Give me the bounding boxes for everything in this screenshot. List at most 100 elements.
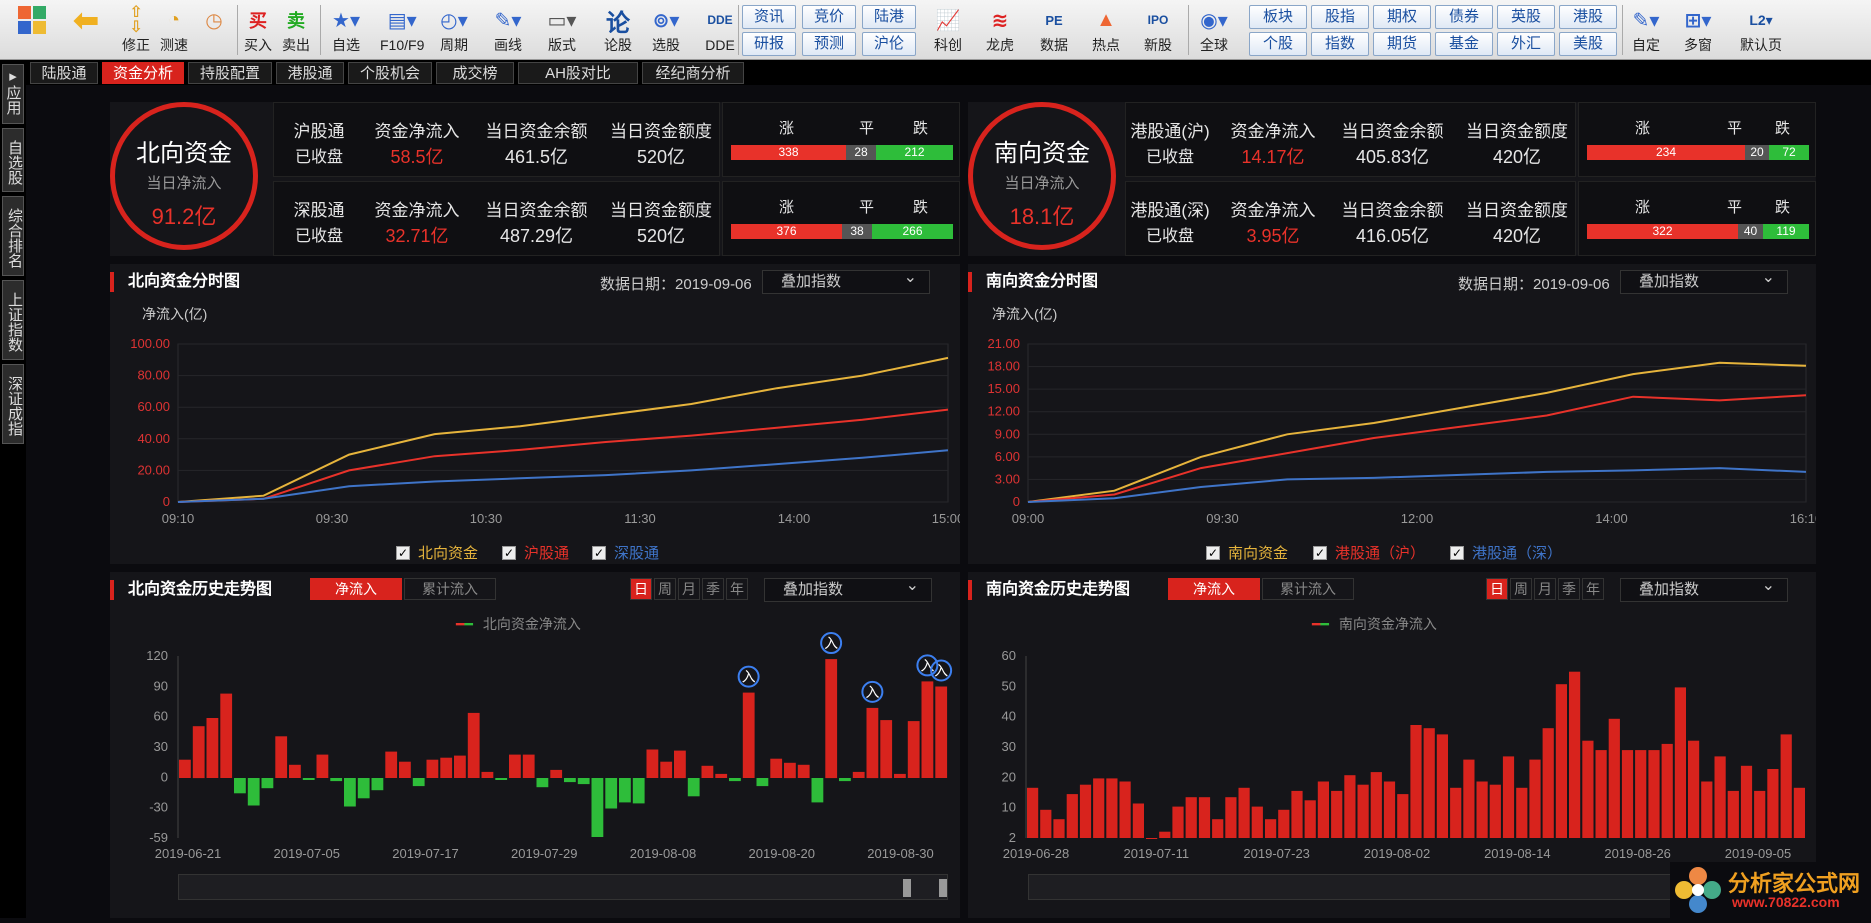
legend-sz[interactable]: ✓ 深股通 (592, 542, 659, 563)
seg-cumulative[interactable]: 累计流入 (404, 578, 496, 600)
bar (1397, 794, 1409, 838)
market-futures[interactable]: 期货 (1373, 32, 1431, 56)
y-tick-label: -30 (149, 800, 168, 815)
quick-research[interactable]: 研报 (742, 32, 796, 56)
x-tick-label: 2019-06-28 (1003, 846, 1070, 861)
discuss-button[interactable]: 论 论股 (600, 3, 636, 59)
legend-north[interactable]: ✓ 北向资金 (396, 542, 478, 563)
bar (536, 778, 549, 788)
period-month[interactable]: 月 (678, 578, 700, 600)
quick-hulun[interactable]: 沪伦 (862, 32, 916, 56)
ipo-button[interactable]: IPO 新股 (1140, 3, 1176, 59)
default-page-button[interactable]: L2 ▾ 默认页 (1740, 3, 1782, 59)
checkbox-icon: ✓ (502, 545, 516, 560)
market-funds[interactable]: 基金 (1435, 32, 1493, 56)
quick-forecast[interactable]: 预测 (802, 32, 856, 56)
tab-lugutong[interactable]: 陆股通 (30, 62, 98, 84)
bar (289, 764, 301, 778)
quick-lugang[interactable]: 陆港 (862, 5, 916, 29)
tab-fund-analysis[interactable]: 资金分析 (102, 62, 184, 84)
period-day[interactable]: 日 (1486, 578, 1508, 600)
bar (1714, 756, 1726, 838)
legend-hk-sh[interactable]: ✓ 港股通（沪） (1313, 542, 1425, 563)
clock-speed-button[interactable]: ◷ (196, 3, 232, 59)
seg-net-inflow[interactable]: 净流入 (1168, 578, 1260, 600)
sell-button[interactable]: 卖 卖出 (278, 3, 314, 59)
range-handle[interactable] (939, 879, 947, 897)
x-tick-label: 14:00 (1595, 511, 1628, 524)
dde-button[interactable]: DDE DDE (702, 3, 738, 59)
seg-cumulative[interactable]: 累计流入 (1262, 578, 1354, 600)
range-slider[interactable] (178, 874, 948, 900)
market-options[interactable]: 期权 (1373, 5, 1431, 29)
sidebar-sz-index[interactable]: 深证成指 (2, 364, 24, 444)
hot-button[interactable]: ▲ 热点 (1088, 3, 1124, 59)
y-tick-label: 12.00 (987, 404, 1020, 419)
quick-news[interactable]: 资讯 (742, 5, 796, 29)
overlay-index-dropdown[interactable]: 叠加指数 (762, 267, 930, 294)
tab-stock-opportunity[interactable]: 个股机会 (348, 62, 432, 84)
bar (1423, 728, 1435, 838)
quick-bidding[interactable]: 竞价 (802, 5, 856, 29)
range-handle[interactable] (903, 879, 911, 897)
x-tick-label: 09:00 (1012, 511, 1045, 524)
series-line-北向资金 (177, 356, 949, 503)
data-button[interactable]: PE 数据 (1036, 3, 1072, 59)
seg-net-inflow[interactable]: 净流入 (310, 578, 402, 600)
watchlist-button[interactable]: ★▾ 自选 (328, 3, 364, 59)
period-month[interactable]: 月 (1534, 578, 1556, 600)
legend-hk-sz[interactable]: ✓ 港股通（深） (1450, 542, 1562, 563)
draw-line-button[interactable]: ✎▾ 画线 (490, 3, 526, 59)
overlay-index-dropdown[interactable]: 叠加指数 (764, 575, 932, 602)
sidebar-sh-index[interactable]: 上证指数 (2, 280, 24, 360)
tab-turnover-rank[interactable]: 成交榜 (436, 62, 514, 84)
select-stock-button[interactable]: ⊚▾ 选股 (648, 3, 684, 59)
market-us-stocks[interactable]: 美股 (1559, 32, 1617, 56)
period-button[interactable]: ◴▾ 周期 (436, 3, 472, 59)
app-grid-icon (14, 3, 50, 37)
global-button[interactable]: ◉▾ 全球 (1196, 3, 1232, 59)
market-hk-stocks[interactable]: 港股 (1559, 5, 1617, 29)
bar (1119, 781, 1131, 838)
buy-marker-label: 入 (742, 669, 756, 685)
period-day[interactable]: 日 (630, 578, 652, 600)
bar (784, 762, 796, 779)
kechuang-button[interactable]: 📈 科创 (930, 3, 966, 59)
overlay-index-dropdown[interactable]: 叠加指数 (1620, 267, 1788, 294)
app-grid-button[interactable] (14, 3, 50, 59)
period-year[interactable]: 年 (1582, 578, 1604, 600)
bar (1502, 756, 1515, 838)
tab-ah-compare[interactable]: AH股对比 (518, 62, 638, 84)
tab-broker-analysis[interactable]: 经纪商分析 (642, 62, 744, 84)
layout-button[interactable]: ▭▾ 版式 (544, 3, 580, 59)
legend-south[interactable]: ✓ 南向资金 (1206, 542, 1288, 563)
buy-button[interactable]: 买 买入 (240, 3, 276, 59)
multiwin-button[interactable]: ⊞▾ 多窗 (1680, 3, 1716, 59)
legend-sh[interactable]: ✓ 沪股通 (502, 542, 569, 563)
fix-button[interactable]: ⇧ ⇩ 修正 (118, 3, 154, 59)
overlay-index-dropdown[interactable]: 叠加指数 (1620, 575, 1788, 602)
market-sector[interactable]: 板块 (1249, 5, 1307, 29)
speed-button[interactable]: ◔ 测速 (156, 3, 192, 59)
x-tick-label: 2019-08-26 (1604, 846, 1671, 861)
f10-button[interactable]: ▤▾ F10/F9 (380, 3, 424, 59)
tab-ganggutong[interactable]: 港股通 (276, 62, 344, 84)
sidebar-apps[interactable]: ▸ 应用 (2, 64, 24, 124)
period-week[interactable]: 周 (654, 578, 676, 600)
period-quarter[interactable]: 季 (1558, 578, 1580, 600)
back-button[interactable]: ⬅ (68, 2, 104, 59)
period-year[interactable]: 年 (726, 578, 748, 600)
market-index-futures[interactable]: 股指 (1311, 5, 1369, 29)
dragon-button[interactable]: ≋ 龙虎 (982, 3, 1018, 59)
market-stocks[interactable]: 个股 (1249, 32, 1307, 56)
market-uk-stocks[interactable]: 英股 (1497, 5, 1555, 29)
sidebar-ranking[interactable]: 综合排名 (2, 196, 24, 276)
period-quarter[interactable]: 季 (702, 578, 724, 600)
market-forex[interactable]: 外汇 (1497, 32, 1555, 56)
market-indices[interactable]: 指数 (1311, 32, 1369, 56)
custom-button[interactable]: ✎▾ 自定 (1628, 3, 1664, 59)
period-week[interactable]: 周 (1510, 578, 1532, 600)
sidebar-watchlist[interactable]: 自选股 (2, 128, 24, 192)
market-bonds[interactable]: 债券 (1435, 5, 1493, 29)
tab-holdings[interactable]: 持股配置 (188, 62, 272, 84)
